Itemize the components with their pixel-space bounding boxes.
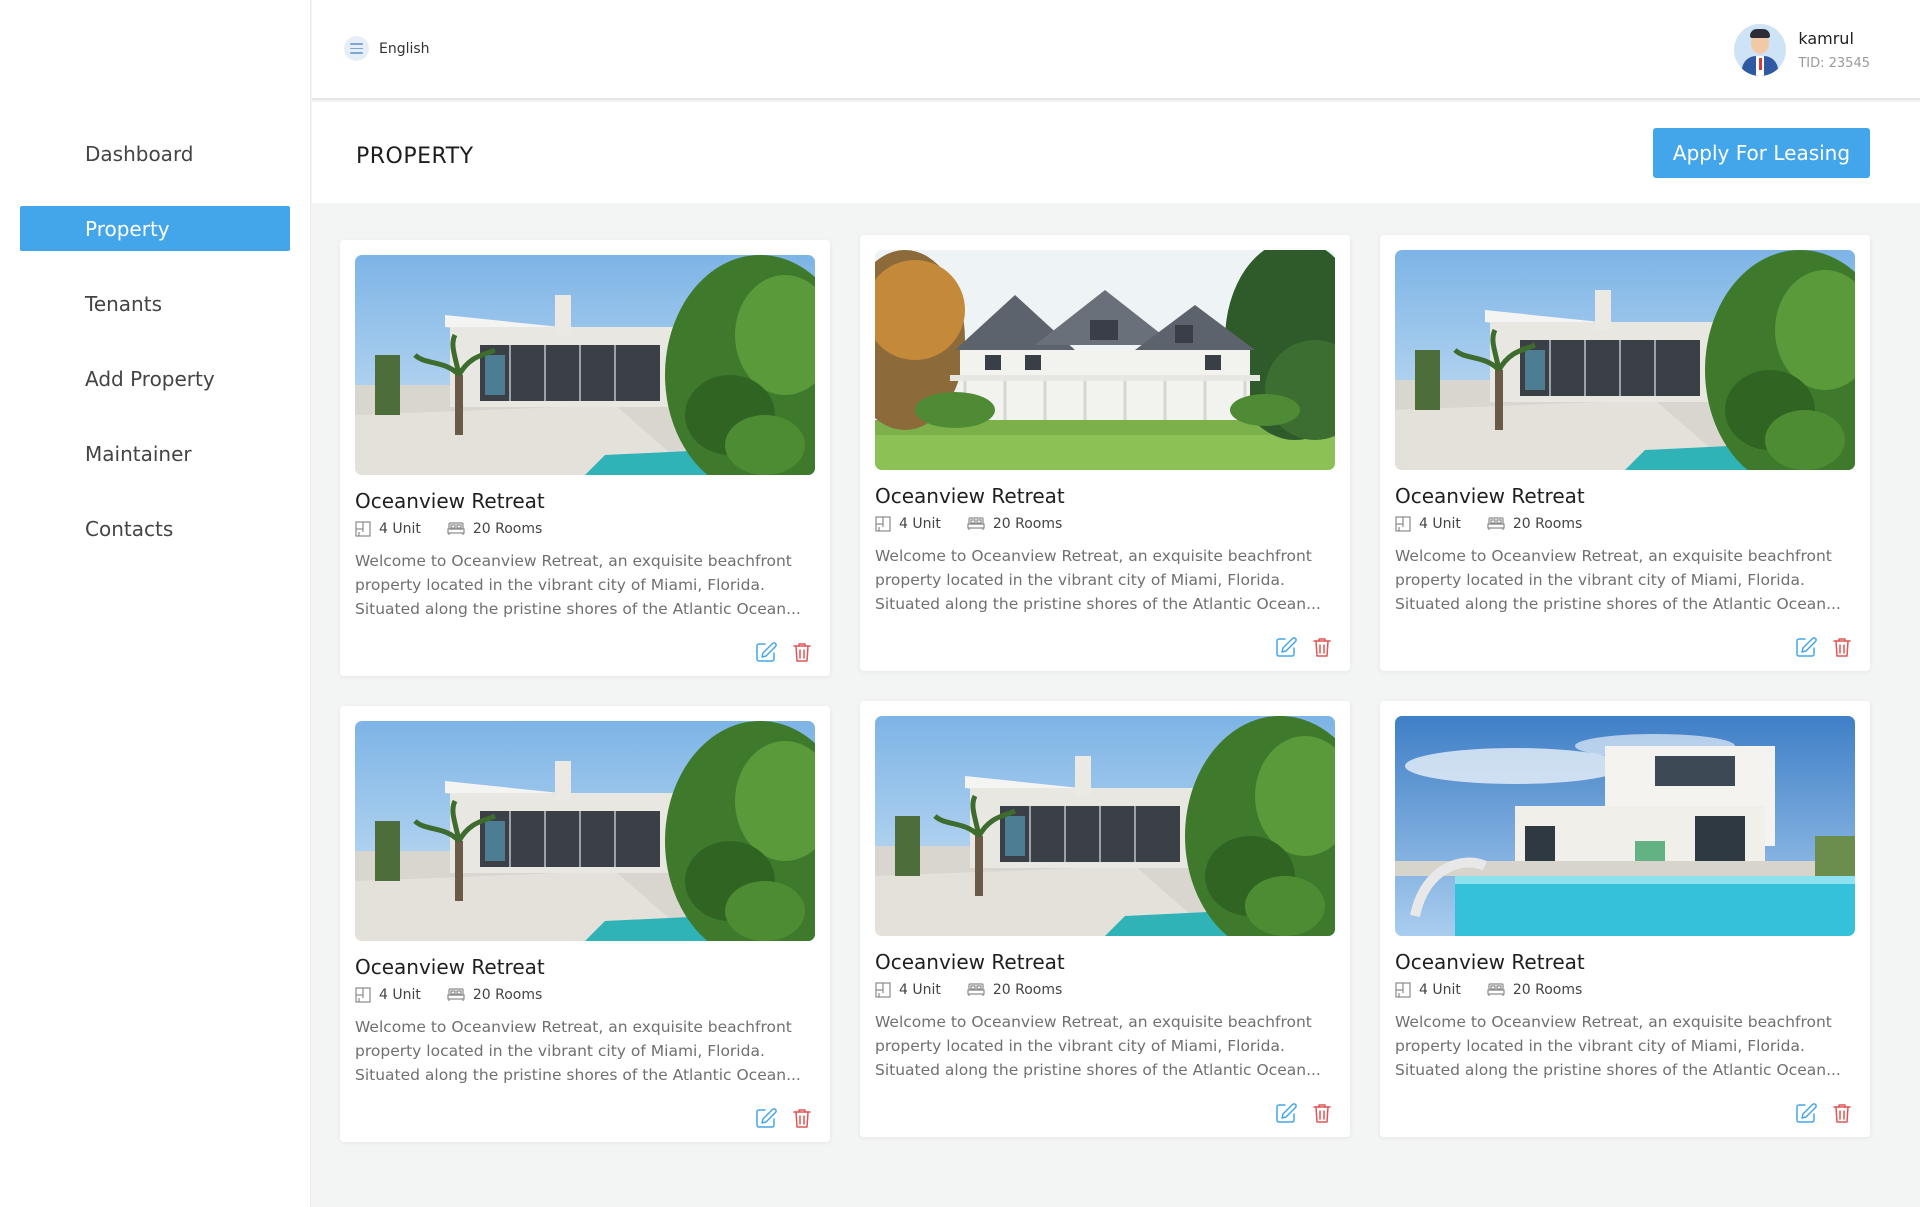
edit-icon[interactable] [755,1107,777,1129]
sidebar-item-dashboard[interactable]: Dashboard [20,131,290,176]
property-meta: 4 Unit 20 Rooms [875,516,1335,532]
delete-icon[interactable] [1831,1102,1853,1124]
menu-icon[interactable] [344,36,369,61]
delete-icon[interactable] [791,1107,813,1129]
property-meta: 4 Unit 20 Rooms [1395,516,1855,532]
delete-icon[interactable] [1311,636,1333,658]
unit-icon [875,516,891,532]
unit-icon [355,521,371,537]
property-description: Welcome to Oceanview Retreat, an exquisi… [1395,1013,1841,1079]
property-description: Welcome to Oceanview Retreat, an exquisi… [875,1013,1321,1079]
property-description: Welcome to Oceanview Retreat, an exquisi… [355,1018,801,1084]
property-meta: 4 Unit 20 Rooms [355,521,815,537]
bed-icon [447,522,465,535]
sidebar: Dashboard Property Tenants Add Property … [0,0,311,1207]
modern-house-photo[interactable] [1395,250,1855,470]
bed-icon [1487,517,1505,530]
property-title[interactable]: Oceanview Retreat [1395,484,1855,508]
room-count: 20 Rooms [1512,516,1583,532]
property-title[interactable]: Oceanview Retreat [875,950,1335,974]
property-description: Welcome to Oceanview Retreat, an exquisi… [355,552,801,618]
modern-house-photo[interactable] [355,721,815,941]
bed-icon [1487,983,1505,996]
delete-icon[interactable] [1831,636,1853,658]
sidebar-item-add-property[interactable]: Add Property [20,356,290,401]
sidebar-item-maintainer[interactable]: Maintainer [20,431,290,476]
language-selector[interactable]: English [344,36,430,61]
unit-icon [875,982,891,998]
room-count: 20 Rooms [472,521,543,537]
pool-villa-photo[interactable] [1395,716,1855,936]
property-card[interactable]: Oceanview Retreat 4 Unit 20 Rooms Welcom… [340,706,830,1142]
room-count: 20 Rooms [472,987,543,1003]
bed-icon [967,517,985,530]
edit-icon[interactable] [1275,1102,1297,1124]
user-tid: TID: 23545 [1798,56,1870,71]
property-title[interactable]: Oceanview Retreat [875,484,1335,508]
room-count: 20 Rooms [992,982,1063,998]
bed-icon [967,983,985,996]
property-meta: 4 Unit 20 Rooms [875,982,1335,998]
unit-icon [1395,516,1411,532]
property-meta: 4 Unit 20 Rooms [1395,982,1855,998]
classic-house-photo[interactable] [875,250,1335,470]
property-card[interactable]: Oceanview Retreat 4 Unit 20 Rooms Welcom… [340,240,830,676]
delete-icon[interactable] [791,641,813,663]
apply-for-leasing-button[interactable]: Apply For Leasing [1653,128,1870,178]
room-count: 20 Rooms [1512,982,1583,998]
sidebar-nav: Dashboard Property Tenants Add Property … [20,131,290,581]
edit-icon[interactable] [1275,636,1297,658]
card-actions [755,641,813,663]
modern-house-photo[interactable] [875,716,1335,936]
card-actions [1275,1102,1333,1124]
page-title-bar: PROPERTY Apply For Leasing [312,102,1920,203]
language-label: English [379,40,430,57]
unit-count: 4 Unit [899,982,941,998]
card-actions [755,1107,813,1129]
property-card[interactable]: Oceanview Retreat 4 Unit 20 Rooms Welcom… [1380,235,1870,671]
unit-icon [355,987,371,1003]
edit-icon[interactable] [755,641,777,663]
top-header: English kamrul TID: 23545 [312,0,1920,100]
edit-icon[interactable] [1795,1102,1817,1124]
avatar-icon[interactable] [1734,24,1787,76]
property-title[interactable]: Oceanview Retreat [355,489,815,513]
property-description: Welcome to Oceanview Retreat, an exquisi… [875,547,1321,613]
unit-count: 4 Unit [379,521,421,537]
unit-icon [1395,982,1411,998]
property-description: Welcome to Oceanview Retreat, an exquisi… [1395,547,1841,613]
delete-icon[interactable] [1311,1102,1333,1124]
user-profile[interactable]: kamrul TID: 23545 [1734,24,1870,76]
bed-icon [447,988,465,1001]
sidebar-item-contacts[interactable]: Contacts [20,506,290,551]
unit-count: 4 Unit [899,516,941,532]
page-title: PROPERTY [356,144,474,169]
property-card[interactable]: Oceanview Retreat 4 Unit 20 Rooms Welcom… [860,235,1350,671]
room-count: 20 Rooms [992,516,1063,532]
card-actions [1795,1102,1853,1124]
property-card[interactable]: Oceanview Retreat 4 Unit 20 Rooms Welcom… [860,701,1350,1137]
unit-count: 4 Unit [1419,982,1461,998]
modern-house-photo[interactable] [355,255,815,475]
card-actions [1795,636,1853,658]
property-title[interactable]: Oceanview Retreat [355,955,815,979]
sidebar-item-property[interactable]: Property [20,206,290,251]
property-title[interactable]: Oceanview Retreat [1395,950,1855,974]
property-card[interactable]: Oceanview Retreat 4 Unit 20 Rooms Welcom… [1380,701,1870,1137]
card-actions [1275,636,1333,658]
edit-icon[interactable] [1795,636,1817,658]
unit-count: 4 Unit [1419,516,1461,532]
sidebar-item-tenants[interactable]: Tenants [20,281,290,326]
unit-count: 4 Unit [379,987,421,1003]
user-name: kamrul [1798,29,1854,48]
property-meta: 4 Unit 20 Rooms [355,987,815,1003]
